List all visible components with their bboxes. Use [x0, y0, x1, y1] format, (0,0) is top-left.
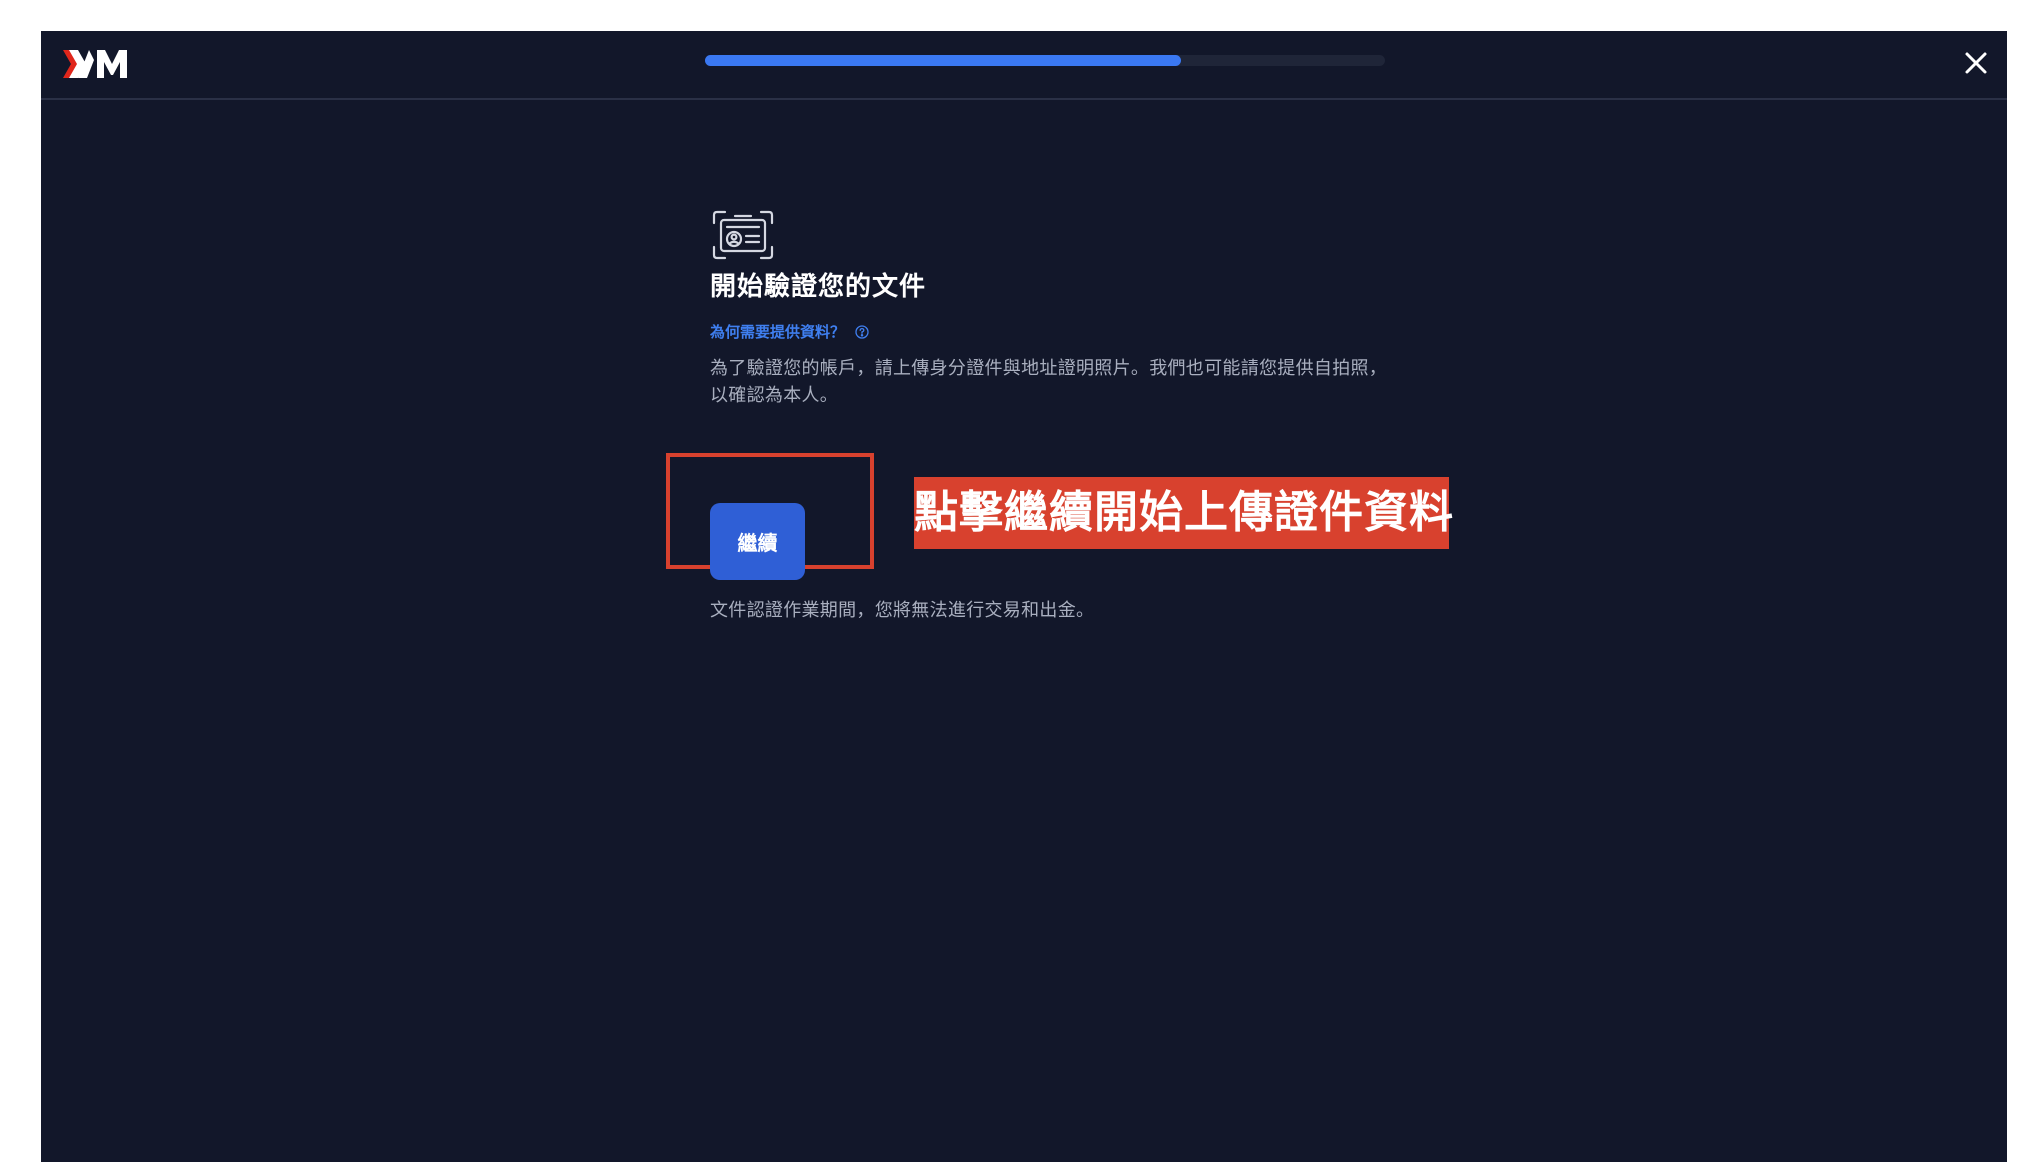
- why-info-link-label: 為何需要提供資料？: [710, 323, 846, 341]
- main-content: 開始驗證您的文件 為何需要提供資料？ 為了驗證您的帳戶，請上傳身分證件與地址證明…: [710, 209, 1450, 409]
- id-card-icon: [712, 210, 774, 260]
- xm-logo: [63, 50, 127, 78]
- progress-fill: [705, 55, 1181, 66]
- description-text: 為了驗證您的帳戶，請上傳身分證件與地址證明照片。我們也可能請您提供自拍照，以確認…: [710, 358, 1388, 406]
- top-bar: [41, 31, 2007, 100]
- trading-restriction-note: 文件認證作業期間，您將無法進行交易和出金。: [710, 600, 1095, 621]
- continue-button[interactable]: 繼續: [710, 503, 805, 580]
- close-icon[interactable]: [1961, 48, 1991, 78]
- help-circle-icon: [855, 325, 869, 339]
- page-title: 開始驗證您的文件: [710, 272, 927, 302]
- why-info-link[interactable]: 為何需要提供資料？: [710, 321, 869, 343]
- verification-window: 開始驗證您的文件 為何需要提供資料？ 為了驗證您的帳戶，請上傳身分證件與地址證明…: [41, 31, 2007, 1162]
- annotation-label: 點擊繼續開始上傳證件資料: [914, 477, 1453, 549]
- progress-bar: [705, 55, 1385, 66]
